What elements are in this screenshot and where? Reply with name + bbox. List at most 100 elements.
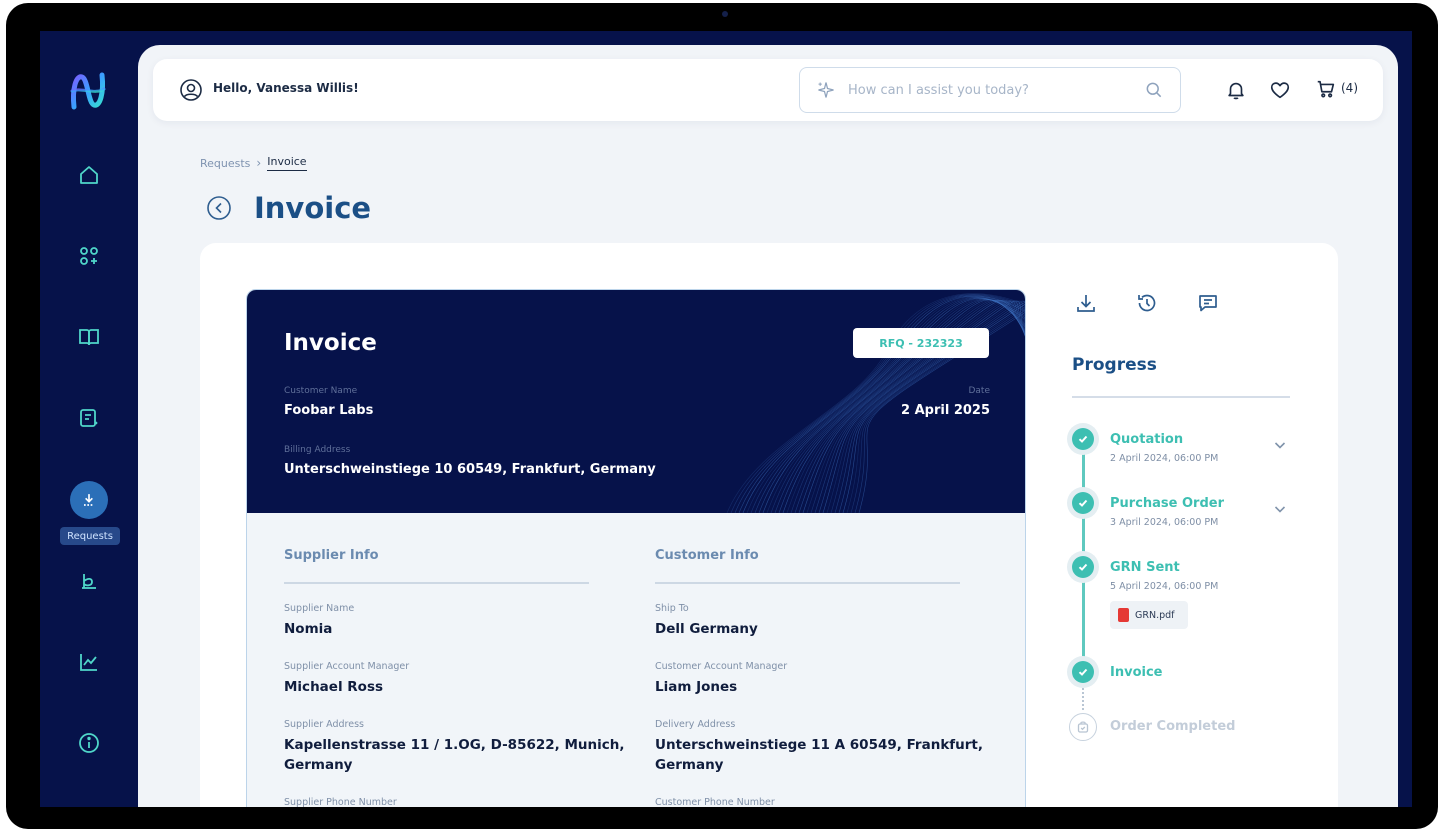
supplier-address-label: Supplier Address: [284, 719, 364, 730]
package-icon: [1077, 721, 1089, 733]
heart-icon[interactable]: [1269, 79, 1291, 101]
ship-to-label: Ship To: [655, 603, 689, 614]
step-quotation-status: [1067, 423, 1099, 455]
check-icon: [1078, 499, 1088, 507]
sidebar-item-requests[interactable]: [70, 481, 108, 519]
invoice-document: Invoice RFQ - 232323 Customer Name Fooba…: [246, 289, 1026, 807]
content-card: Invoice RFQ - 232323 Customer Name Fooba…: [200, 243, 1338, 807]
breadcrumb: Requests › Invoice: [200, 155, 307, 171]
step-quotation-date: 2 April 2024, 06:00 PM: [1110, 453, 1219, 464]
chevron-right-icon: ›: [256, 156, 262, 170]
camera-dot: [722, 11, 728, 17]
progress-title: Progress: [1072, 355, 1157, 375]
sidebar-item-analytics[interactable]: [69, 642, 109, 682]
breadcrumb-requests[interactable]: Requests: [200, 157, 250, 170]
step-purchase-order-title[interactable]: Purchase Order: [1110, 496, 1224, 511]
page-title: Invoice: [254, 191, 372, 225]
sidebar-item-apps[interactable]: [69, 236, 109, 276]
chevron-down-icon[interactable]: [1272, 437, 1288, 453]
requests-icon: [84, 494, 94, 506]
apps-icon: [80, 247, 98, 265]
step-grn-date: 5 April 2024, 06:00 PM: [1110, 581, 1219, 592]
supplier-manager-label: Supplier Account Manager: [284, 661, 410, 672]
step-invoice-title[interactable]: Invoice: [1110, 665, 1162, 680]
customer-name-label: Customer Name: [284, 386, 358, 396]
step-grn-title[interactable]: GRN Sent: [1110, 560, 1180, 575]
bell-icon[interactable]: [1225, 79, 1247, 101]
check-icon: [1078, 563, 1088, 571]
history-icon[interactable]: [1135, 291, 1159, 315]
notes-icon: [80, 409, 98, 427]
supplier-name-label: Supplier Name: [284, 603, 355, 614]
decorative-waves: [726, 293, 1025, 513]
check-icon: [1078, 668, 1088, 676]
rfq-badge: RFQ - 232323: [853, 328, 989, 358]
sidebar-item-catalog[interactable]: [69, 317, 109, 357]
sidebar-item-contracts[interactable]: [69, 561, 109, 601]
greeting-text: Hello, Vanessa Willis!: [213, 81, 359, 95]
brand-logo-icon[interactable]: [66, 69, 110, 113]
customer-divider: [655, 582, 960, 584]
main-panel: Hello, Vanessa Willis! (4) Requests › In…: [138, 45, 1398, 807]
step-quotation-title[interactable]: Quotation: [1110, 432, 1183, 447]
delivery-address-label: Delivery Address: [655, 719, 736, 730]
check-icon: [1078, 435, 1088, 443]
date-label: Date: [968, 386, 990, 396]
customer-info-title: Customer Info: [655, 548, 759, 563]
cart-count[interactable]: (4): [1341, 81, 1358, 95]
invoice-body: Supplier Info Supplier Name Nomia Suppli…: [247, 513, 1025, 807]
customer-manager-label: Customer Account Manager: [655, 661, 788, 672]
device-bezel: Requests Hello, Vanessa Willis! How can …: [6, 3, 1438, 829]
pdf-file-icon: [1118, 608, 1129, 622]
step-purchase-order-date: 3 April 2024, 06:00 PM: [1110, 517, 1219, 528]
supplier-address-line2: Germany: [284, 757, 353, 773]
download-icon[interactable]: [1074, 291, 1098, 315]
comment-icon[interactable]: [1196, 291, 1220, 315]
step-purchase-order-status: [1067, 487, 1099, 519]
sidebar: Requests: [40, 31, 138, 807]
sparkle-icon: [818, 82, 834, 98]
sidebar-item-home[interactable]: [69, 155, 109, 195]
cart-icon[interactable]: [1315, 78, 1337, 100]
top-bar: Hello, Vanessa Willis! (4): [153, 59, 1383, 121]
sidebar-tooltip-requests: Requests: [60, 527, 120, 545]
user-avatar-icon[interactable]: [179, 78, 203, 102]
sidebar-item-notes[interactable]: [69, 398, 109, 438]
supplier-phone-label: Supplier Phone Number: [284, 797, 397, 807]
invoice-title: Invoice: [284, 330, 377, 356]
supplier-manager-value: Michael Ross: [284, 679, 384, 695]
search-icon[interactable]: [1144, 80, 1164, 100]
monitor-frame: Requests Hello, Vanessa Willis! How can …: [0, 0, 1444, 832]
customer-manager-value: Liam Jones: [655, 679, 738, 695]
step-grn-status: [1067, 551, 1099, 583]
sidebar-item-info[interactable]: [69, 723, 109, 763]
chevron-down-icon[interactable]: [1272, 501, 1288, 517]
back-arrow-icon[interactable]: [206, 195, 232, 221]
supplier-info-title: Supplier Info: [284, 548, 379, 563]
billing-address-label: Billing Address: [284, 445, 351, 455]
customer-phone-label: Customer Phone Number: [655, 797, 775, 807]
progress-divider: [1072, 396, 1290, 398]
supplier-divider: [284, 582, 589, 584]
billing-address-value: Unterschweinstiege 10 60549, Frankfurt, …: [284, 462, 656, 477]
customer-name-value: Foobar Labs: [284, 403, 374, 418]
sign-icon: [82, 574, 96, 589]
book-icon: [79, 329, 99, 346]
step-order-completed-status: [1069, 713, 1097, 741]
home-icon: [80, 166, 98, 184]
delivery-address-line1: Unterschweinstiege 11 A 60549, Frankfurt…: [655, 737, 984, 753]
screen: Requests Hello, Vanessa Willis! How can …: [40, 31, 1412, 807]
step-invoice-status: [1067, 656, 1099, 688]
assistant-search[interactable]: [799, 67, 1181, 113]
date-value: 2 April 2025: [901, 403, 990, 418]
chart-icon: [80, 654, 97, 671]
step-order-completed-title: Order Completed: [1110, 719, 1236, 734]
info-icon: [79, 733, 99, 753]
invoice-header: Invoice RFQ - 232323 Customer Name Fooba…: [247, 290, 1025, 513]
grn-file-attachment[interactable]: GRN.pdf: [1110, 601, 1188, 629]
supplier-name-value: Nomia: [284, 621, 333, 637]
breadcrumb-current: Invoice: [267, 155, 307, 171]
file-name: GRN.pdf: [1135, 609, 1175, 621]
search-input[interactable]: [848, 78, 1128, 102]
supplier-address-line1: Kapellenstrasse 11 / 1.OG, D-85622, Muni…: [284, 737, 625, 753]
